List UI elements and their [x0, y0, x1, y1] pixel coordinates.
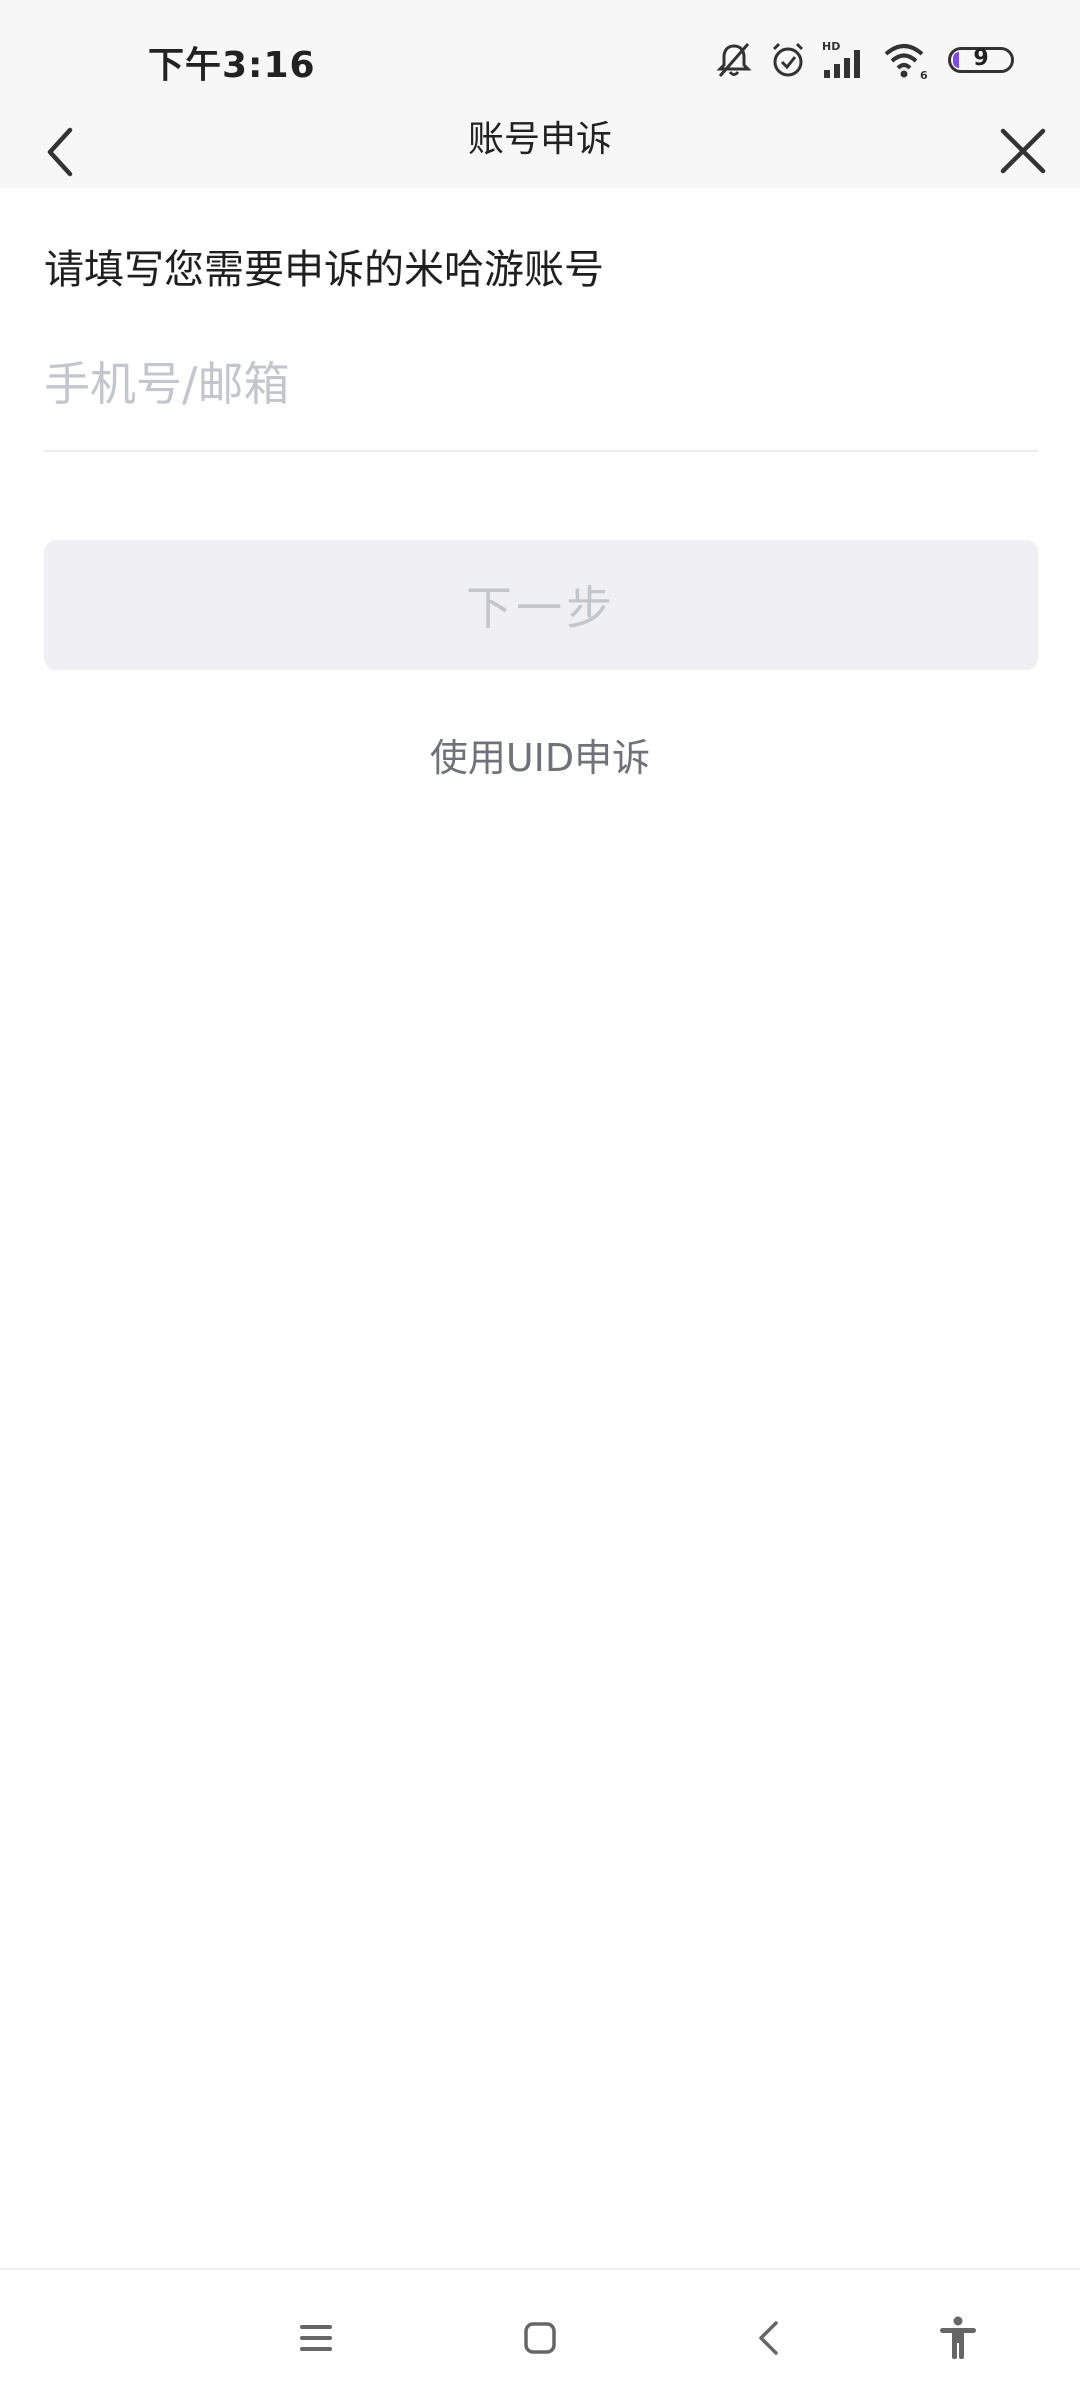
system-back-button[interactable] — [740, 2310, 796, 2366]
back-icon — [759, 2321, 778, 2355]
hd-signal-icon: HD — [822, 40, 868, 80]
input-divider — [44, 450, 1038, 452]
home-icon — [524, 2322, 556, 2354]
close-icon — [1000, 128, 1046, 174]
hd-label: HD — [822, 40, 840, 53]
battery-icon: 9 — [948, 46, 1014, 73]
status-time: 下午3:16 — [148, 45, 316, 86]
nav-bar: 账号申诉 — [0, 118, 1080, 188]
account-input[interactable] — [44, 348, 1038, 420]
battery-level: 9 — [973, 46, 989, 71]
page-title: 账号申诉 — [467, 119, 612, 160]
status-icons: HD 6 9 — [714, 38, 1014, 82]
accessibility-button[interactable] — [930, 2310, 986, 2366]
mute-icon — [714, 40, 754, 80]
wifi-icon: 6 — [882, 40, 930, 80]
accessibility-icon — [940, 2316, 976, 2359]
home-button[interactable] — [512, 2310, 568, 2366]
status-bar: 下午3:16 HD 6 9 — [0, 0, 1080, 118]
close-button[interactable] — [990, 118, 1056, 184]
wifi-label: 6 — [920, 69, 928, 80]
account-prompt: 请填写您需要申诉的米哈游账号 — [44, 247, 604, 293]
alarm-icon — [768, 40, 808, 80]
uid-appeal-link[interactable]: 使用UID申诉 — [0, 732, 1080, 784]
next-button[interactable]: 下一步 — [44, 540, 1038, 670]
system-nav-bar — [0, 2268, 1080, 2402]
menu-button[interactable] — [288, 2310, 344, 2366]
menu-icon — [300, 2325, 332, 2351]
